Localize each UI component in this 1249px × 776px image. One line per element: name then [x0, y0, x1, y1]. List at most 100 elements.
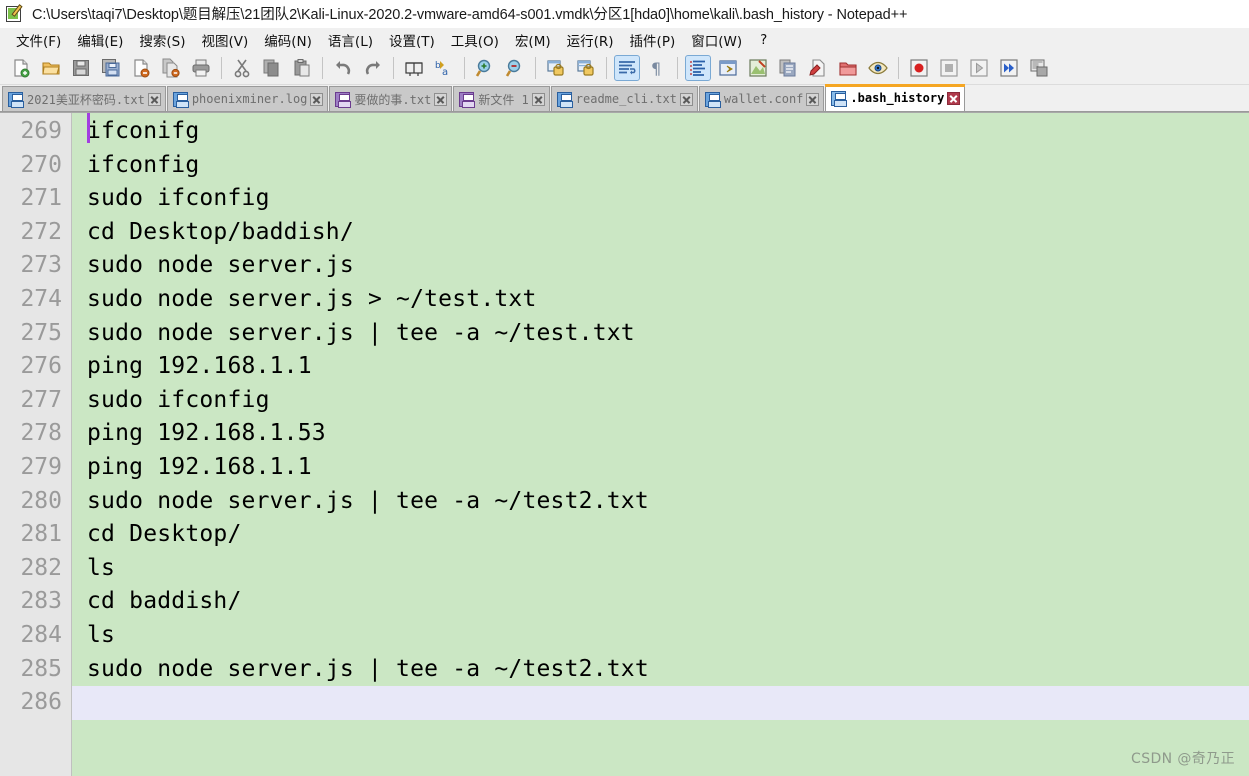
- tab-bash-history[interactable]: .bash_history: [825, 84, 966, 111]
- menu-view[interactable]: 视图(V): [194, 28, 257, 52]
- folder-as-workspace-icon[interactable]: [835, 55, 861, 81]
- macro-run-multiple-icon[interactable]: [996, 55, 1022, 81]
- code-line[interactable]: ifconfig: [72, 149, 1249, 183]
- new-file-icon[interactable]: [8, 55, 34, 81]
- sync-horizontal-scroll-icon[interactable]: [573, 55, 599, 81]
- code-line[interactable]: cd baddish/: [72, 585, 1249, 619]
- menu-settings[interactable]: 设置(T): [381, 28, 443, 52]
- close-icon[interactable]: [806, 92, 820, 106]
- open-file-icon[interactable]: [38, 55, 64, 81]
- toolbar: ba ¶: [0, 51, 1249, 85]
- line-number: 276: [20, 353, 62, 380]
- menu-help[interactable]: ?: [750, 30, 777, 50]
- indent-guide-icon[interactable]: [685, 54, 711, 81]
- tab-label: .bash_history: [850, 91, 945, 105]
- code-line[interactable]: ping 192.168.1.1: [72, 451, 1249, 485]
- line-number: 286: [20, 689, 62, 716]
- macro-save-icon[interactable]: [1026, 55, 1052, 81]
- menu-tools[interactable]: 工具(O): [443, 28, 507, 52]
- line-number: 272: [20, 218, 62, 245]
- close-icon[interactable]: [434, 92, 448, 106]
- close-icon[interactable]: [147, 92, 161, 106]
- menu-plugins[interactable]: 插件(P): [622, 28, 684, 52]
- sync-vertical-scroll-icon[interactable]: [543, 55, 569, 81]
- tab-wallet-conf[interactable]: wallet.conf: [698, 86, 825, 111]
- user-defined-dialog-icon[interactable]: [715, 55, 741, 81]
- paste-icon[interactable]: [289, 55, 315, 81]
- code-line[interactable]: sudo node server.js > ~/test.txt: [72, 283, 1249, 317]
- close-icon[interactable]: [947, 91, 961, 105]
- word-wrap-icon[interactable]: [614, 54, 640, 81]
- code-line[interactable]: cd Desktop/: [72, 518, 1249, 552]
- copy-icon[interactable]: [259, 55, 285, 81]
- macro-record-icon[interactable]: [906, 55, 932, 81]
- find-icon[interactable]: [401, 55, 427, 81]
- code-line[interactable]: ifconifg: [72, 115, 1249, 149]
- tab-phoenixminer-log[interactable]: phoenixminer.log: [166, 86, 329, 111]
- editor-area[interactable]: 269 270 271 272 273 274 275 276 277 278 …: [0, 112, 1249, 776]
- code-line[interactable]: ls: [72, 552, 1249, 586]
- floppy-icon-modified: [459, 91, 476, 108]
- menu-search[interactable]: 搜索(S): [131, 28, 193, 52]
- line-number: 270: [20, 151, 62, 178]
- code-line[interactable]: sudo node server.js: [72, 249, 1249, 283]
- function-list-icon[interactable]: [775, 55, 801, 81]
- close-icon[interactable]: [531, 92, 545, 106]
- toolbar-separator: [898, 56, 899, 79]
- zoom-out-icon[interactable]: [502, 55, 528, 81]
- code-line[interactable]: sudo ifconfig: [72, 384, 1249, 418]
- floppy-icon: [831, 90, 848, 107]
- cut-icon[interactable]: [229, 55, 255, 81]
- close-file-icon[interactable]: [128, 55, 154, 81]
- code-line[interactable]: sudo node server.js | tee -a ~/test2.txt: [72, 485, 1249, 519]
- redo-icon[interactable]: [360, 55, 386, 81]
- document-switcher-icon[interactable]: [805, 55, 831, 81]
- tab-new-file-1[interactable]: 新文件 1: [453, 86, 550, 111]
- tab-2021meiyabei[interactable]: 2021美亚杯密码.txt: [2, 86, 166, 111]
- menu-window[interactable]: 窗口(W): [683, 28, 750, 52]
- save-icon[interactable]: [68, 55, 94, 81]
- toolbar-separator: [393, 56, 394, 79]
- line-number: 273: [20, 252, 62, 279]
- code-line[interactable]: sudo node server.js | tee -a ~/test.txt: [72, 317, 1249, 351]
- code-line[interactable]: ping 192.168.1.53: [72, 417, 1249, 451]
- save-all-icon[interactable]: [98, 55, 124, 81]
- toolbar-separator: [322, 56, 323, 79]
- zoom-in-icon[interactable]: [472, 55, 498, 81]
- menu-file[interactable]: 文件(F): [8, 28, 69, 52]
- menu-macro[interactable]: 宏(M): [507, 28, 559, 52]
- code-line[interactable]: ping 192.168.1.1: [72, 350, 1249, 384]
- print-icon[interactable]: [188, 55, 214, 81]
- line-number: 278: [20, 420, 62, 447]
- monitoring-icon[interactable]: [865, 55, 891, 81]
- close-all-icon[interactable]: [158, 55, 184, 81]
- menu-edit[interactable]: 编辑(E): [69, 28, 131, 52]
- menu-encoding[interactable]: 编码(N): [256, 28, 320, 52]
- code-line[interactable]: cd Desktop/baddish/: [72, 216, 1249, 250]
- replace-icon[interactable]: ba: [431, 55, 457, 81]
- macro-stop-icon[interactable]: [936, 55, 962, 81]
- floppy-icon: [704, 91, 721, 108]
- tab-yaozuodeshi[interactable]: 要做的事.txt: [329, 86, 453, 111]
- code-line-current[interactable]: [72, 113, 1249, 720]
- tab-readme-cli[interactable]: readme_cli.txt: [550, 86, 698, 111]
- show-all-characters-icon[interactable]: ¶: [644, 55, 670, 81]
- code-content[interactable]: ifconifg ifconfig sudo ifconfig cd Deskt…: [72, 113, 1249, 776]
- line-number: 284: [20, 621, 62, 648]
- tab-label: 新文件 1: [478, 92, 529, 107]
- code-line[interactable]: sudo node server.js | tee -a ~/test2.txt: [72, 653, 1249, 687]
- close-icon[interactable]: [310, 92, 324, 106]
- menu-language[interactable]: 语言(L): [320, 28, 381, 52]
- floppy-icon: [556, 91, 573, 108]
- toolbar-separator: [606, 56, 607, 79]
- close-icon[interactable]: [679, 92, 693, 106]
- document-map-icon[interactable]: [745, 55, 771, 81]
- menu-run[interactable]: 运行(R): [559, 28, 622, 52]
- line-number: 271: [20, 185, 62, 212]
- undo-icon[interactable]: [330, 55, 356, 81]
- code-line[interactable]: sudo ifconfig: [72, 182, 1249, 216]
- code-line[interactable]: ls: [72, 619, 1249, 653]
- macro-play-icon[interactable]: [966, 55, 992, 81]
- line-number: 277: [20, 386, 62, 413]
- line-number: 274: [20, 285, 62, 312]
